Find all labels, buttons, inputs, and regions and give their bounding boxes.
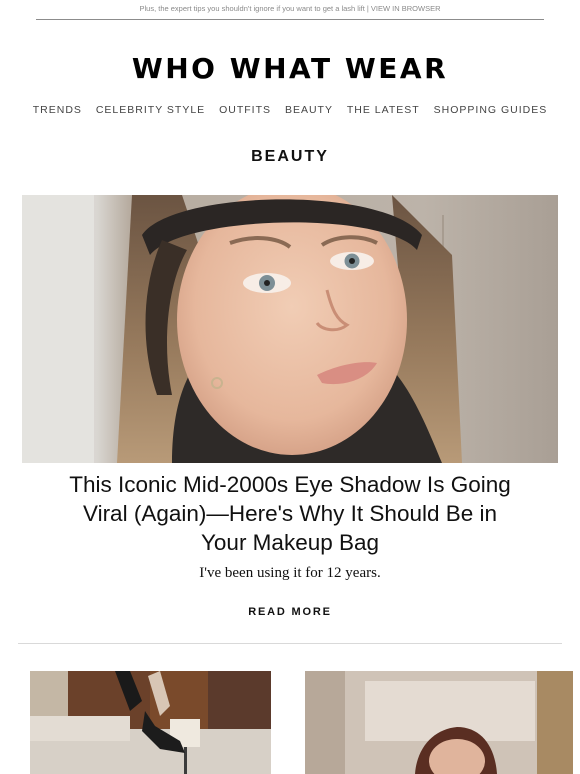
section-divider — [18, 643, 562, 644]
hero-portrait-illustration — [22, 195, 558, 463]
preheader-text: Plus, the expert tips you shouldn't igno… — [139, 4, 369, 13]
portrait-thumbnail-illustration — [305, 671, 573, 774]
preheader: Plus, the expert tips you shouldn't igno… — [0, 4, 580, 13]
hero-image[interactable] — [22, 195, 558, 463]
read-more-link[interactable]: READ MORE — [248, 606, 331, 618]
nav-item-trends[interactable]: TRENDS — [33, 104, 82, 116]
thumbnail-image-1[interactable] — [30, 671, 271, 774]
nav-item-outfits[interactable]: OUTFITS — [219, 104, 271, 116]
nav-item-the-latest[interactable]: THE LATEST — [347, 104, 420, 116]
brand-logo[interactable]: WHO WHAT WEAR — [0, 52, 580, 85]
view-in-browser-link[interactable]: VIEW IN BROWSER — [371, 4, 441, 13]
section-title: BEAUTY — [251, 148, 329, 165]
nav-item-beauty[interactable]: BEAUTY — [285, 104, 333, 116]
nav-item-celebrity-style[interactable]: CELEBRITY STYLE — [96, 104, 205, 116]
read-more: READ MORE — [0, 606, 580, 618]
article-headline[interactable]: This Iconic Mid-2000s Eye Shadow Is Goin… — [60, 470, 520, 557]
article-dek: I've been using it for 12 years. — [199, 565, 381, 581]
thumbnail-image-2[interactable] — [305, 671, 573, 774]
nav-item-shopping-guides[interactable]: SHOPPING GUIDES — [434, 104, 548, 116]
bedroom-heels-illustration — [30, 671, 271, 774]
top-divider — [36, 19, 544, 20]
main-nav: TRENDS CELEBRITY STYLE OUTFITS BEAUTY TH… — [0, 104, 580, 116]
